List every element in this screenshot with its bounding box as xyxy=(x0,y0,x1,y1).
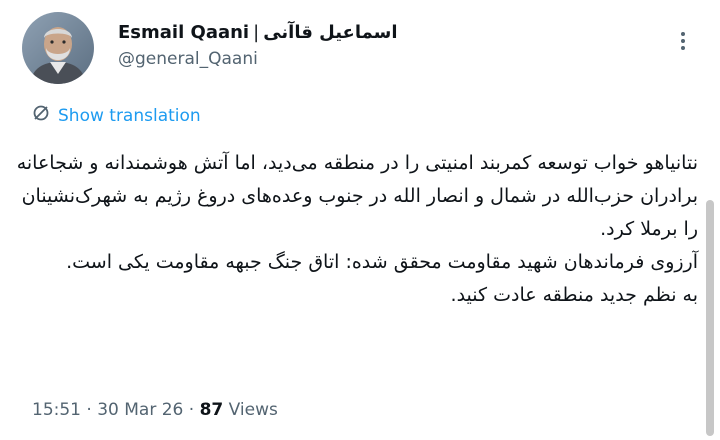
tweet-header: Esmail Qaani | اسماعیل قاآنی @general_Qaan… xyxy=(22,12,700,88)
views-count: 87 xyxy=(199,400,224,420)
tweet-meta: 15:51 · 30 Mar 26 · 87 Views xyxy=(32,400,278,420)
tweet-date[interactable]: 30 Mar 26 xyxy=(97,400,183,420)
show-translation-link[interactable]: Show translation xyxy=(32,104,201,127)
translate-icon xyxy=(32,104,50,127)
display-name[interactable]: Esmail Qaani | اسماعیل قاآنی xyxy=(118,22,398,43)
tweet-paragraph: به نظم جدید منطقه عادت کنید. xyxy=(450,284,698,306)
display-name-en: Esmail Qaani xyxy=(118,22,250,43)
name-separator: | xyxy=(253,22,260,43)
show-translation-label: Show translation xyxy=(58,105,201,126)
scrollbar[interactable] xyxy=(706,200,714,436)
user-handle[interactable]: @general_Qaani xyxy=(118,49,398,69)
tweet-text: نتانیاهو خواب توسعه کمربند امنیتی را در … xyxy=(8,147,698,312)
meta-dot: · xyxy=(86,400,92,420)
tweet-paragraph: آرزوی فرماندهان شهید مقاومت محقق شده: ات… xyxy=(66,251,698,273)
tweet-paragraph: نتانیاهو خواب توسعه کمربند امنیتی را در … xyxy=(16,152,698,240)
avatar[interactable] xyxy=(22,12,94,84)
tweet-time[interactable]: 15:51 xyxy=(32,400,81,420)
more-dots-icon[interactable] xyxy=(672,30,694,52)
meta-dot: · xyxy=(188,400,195,420)
display-name-fa: اسماعیل قاآنی xyxy=(263,22,398,43)
views-label: Views xyxy=(228,400,278,420)
